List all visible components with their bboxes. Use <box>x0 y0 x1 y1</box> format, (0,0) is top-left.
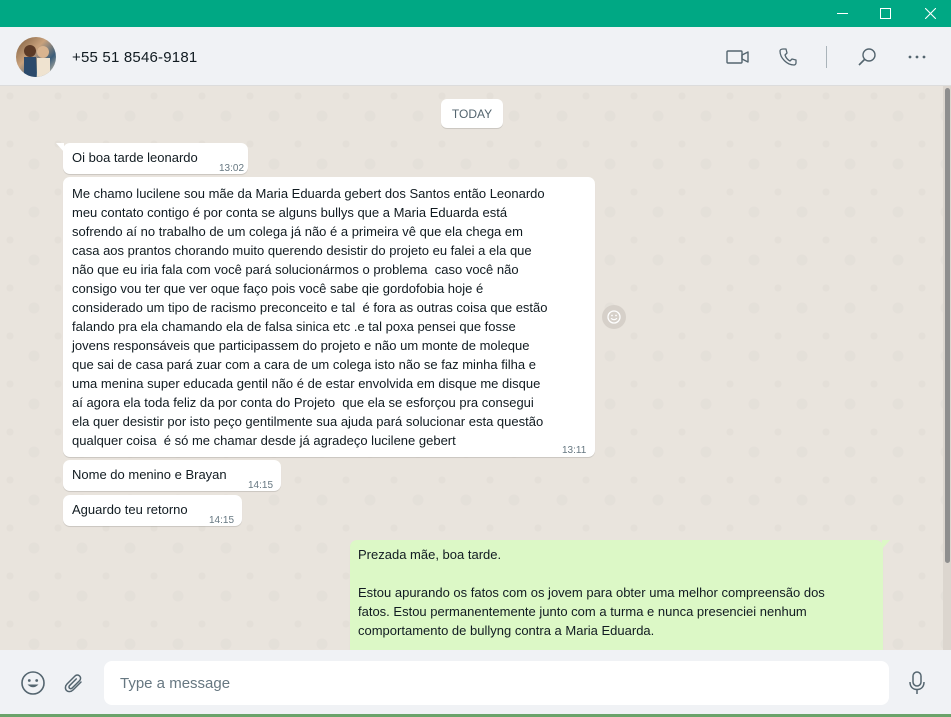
minimize-icon <box>836 13 848 14</box>
header-divider <box>826 46 827 68</box>
microphone-icon[interactable] <box>903 669 931 697</box>
compose-bar <box>0 650 951 717</box>
incoming-message[interactable]: Me chamo lucilene sou mãe da Maria Eduar… <box>63 177 595 457</box>
message-list[interactable]: TODAY Oi boa tarde leonardo 13:02 Me cha… <box>0 86 943 650</box>
attach-icon[interactable] <box>60 669 88 697</box>
search-icon[interactable] <box>854 44 880 70</box>
maximize-button[interactable] <box>862 0 908 27</box>
message-time: 14:15 <box>209 515 235 526</box>
incoming-message[interactable]: Nome do menino e Brayan 14:15 <box>63 460 281 491</box>
message-text: Me chamo lucilene sou mãe da Maria Eduar… <box>72 186 548 448</box>
voice-call-icon[interactable] <box>775 44 801 70</box>
message-text: Prezada mãe, boa tarde. Estou apurando o… <box>358 547 825 638</box>
close-icon <box>924 8 936 19</box>
bubble-tail <box>882 540 890 549</box>
message-text: Oi boa tarde leonardo <box>72 150 198 165</box>
bubble-tail <box>56 143 64 152</box>
date-divider: TODAY <box>441 99 503 128</box>
emoji-reaction-icon[interactable] <box>602 305 626 329</box>
window-titlebar <box>0 0 951 27</box>
incoming-message[interactable]: Oi boa tarde leonardo 13:02 <box>56 143 248 174</box>
emoji-icon[interactable] <box>19 669 47 697</box>
close-button[interactable] <box>907 0 951 27</box>
message-time: 13:11 <box>562 445 587 456</box>
message-text: Nome do menino e Brayan <box>72 467 227 482</box>
outgoing-message[interactable]: Prezada mãe, boa tarde. Estou apurando o… <box>350 540 890 650</box>
avatar[interactable] <box>16 37 56 77</box>
minimize-button[interactable] <box>819 0 865 27</box>
message-time: 14:15 <box>248 480 274 491</box>
message-time: 13:02 <box>219 163 245 174</box>
incoming-message[interactable]: Aguardo teu retorno 14:15 <box>63 495 242 526</box>
chat-scrollbar-thumb[interactable] <box>945 88 950 563</box>
avatar-photo <box>24 45 50 77</box>
chat-header: +55 51 8546-9181 <box>0 27 951 86</box>
message-input[interactable] <box>104 661 889 705</box>
more-options-icon[interactable] <box>904 44 930 70</box>
maximize-icon <box>879 8 891 19</box>
contact-name[interactable]: +55 51 8546-9181 <box>72 49 197 66</box>
message-text: Aguardo teu retorno <box>72 502 188 517</box>
video-call-icon[interactable] <box>725 44 751 70</box>
